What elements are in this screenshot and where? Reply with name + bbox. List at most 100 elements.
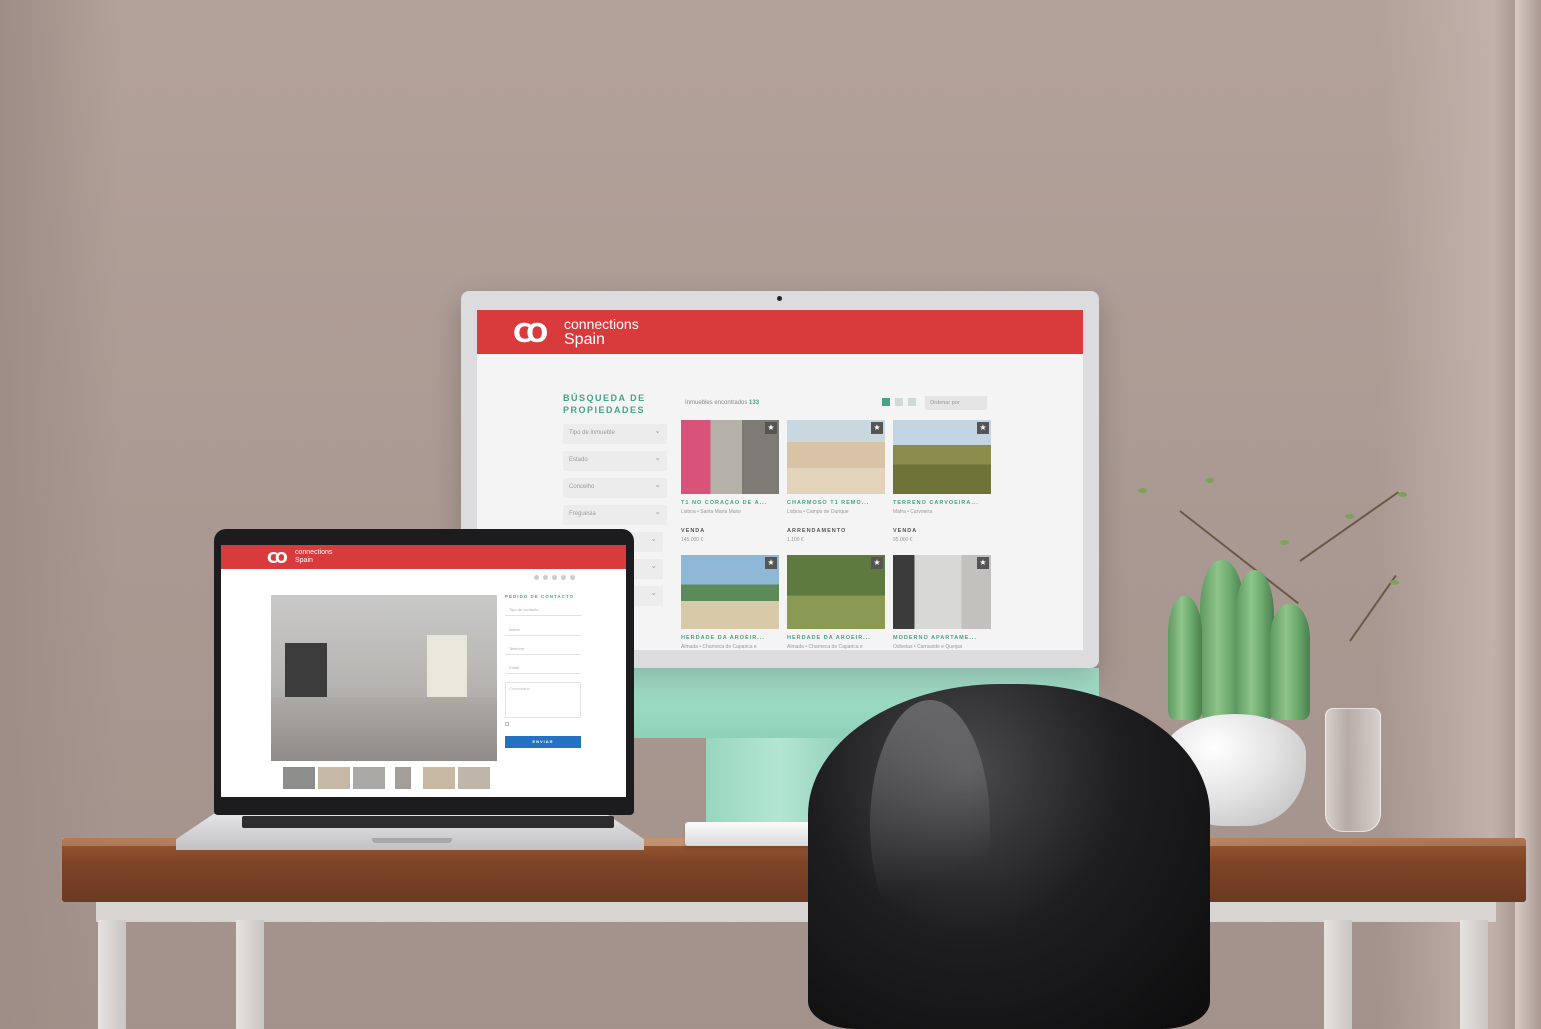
- site-header: CO connections Spain: [221, 545, 626, 569]
- property-title[interactable]: T1 NO CORAÇÃO DE A...: [681, 500, 779, 506]
- property-location: Lisboa • Campo de Ourique: [787, 509, 849, 515]
- chair-highlight: [870, 700, 990, 950]
- property-price: 145.000 €: [681, 537, 704, 543]
- leaf: [1280, 540, 1289, 545]
- desk-leg: [1324, 920, 1352, 1029]
- thumbnail[interactable]: [283, 767, 315, 789]
- property-location: Almada • Charneca de Caparica e: [787, 644, 863, 650]
- property-photo: ★: [787, 555, 885, 629]
- site-header: CO connections Spain: [477, 310, 1083, 354]
- linkedin-icon[interactable]: [561, 575, 566, 580]
- brand-name: connections: [564, 316, 639, 332]
- leaf: [1138, 488, 1147, 493]
- leaf: [1390, 580, 1399, 585]
- thumbnail[interactable]: [353, 767, 385, 789]
- desk-leg: [1460, 920, 1488, 1029]
- sort-select[interactable]: Ordenar por: [925, 396, 987, 410]
- contact-form-title: PEDIDO DE CONTACTO: [505, 594, 575, 599]
- results-count: Inmuebles encontrados 133: [685, 400, 759, 406]
- sidebar-title-line: BÚSQUEDA DE: [563, 393, 646, 403]
- leaf: [1398, 492, 1407, 497]
- glass-vase: [1325, 708, 1381, 832]
- property-deal-type: VENDA: [681, 528, 706, 534]
- sidebar-title: BÚSQUEDA DE PROPIEDADES: [563, 392, 673, 416]
- favorite-star-icon[interactable]: ★: [871, 557, 883, 569]
- brand-logo-mark[interactable]: CO: [267, 549, 288, 567]
- filter-property-type[interactable]: Tipo de inmueble: [563, 424, 667, 444]
- property-photo: ★: [893, 555, 991, 629]
- favorite-star-icon[interactable]: ★: [765, 557, 777, 569]
- thumbnail[interactable]: [395, 767, 411, 789]
- office-chair: [808, 684, 1210, 1029]
- property-photo: ★: [893, 420, 991, 494]
- property-card[interactable]: ★ CHARMOSO T1 REMO... Lisboa • Campo de …: [787, 420, 885, 543]
- property-title[interactable]: MODERNO APARTAME...: [893, 635, 991, 641]
- camera-icon: [777, 296, 782, 301]
- filter-parish[interactable]: Freguesia: [563, 505, 667, 525]
- thumbnail[interactable]: [318, 767, 350, 789]
- filter-status[interactable]: Estado: [563, 451, 667, 471]
- desk-leg: [236, 920, 264, 1029]
- instagram-icon[interactable]: [552, 575, 557, 580]
- brand-region: Spain: [564, 331, 605, 348]
- property-price: 1.100 €: [787, 537, 804, 543]
- consent-checkbox[interactable]: [505, 722, 509, 726]
- property-location: Odivelas • Carnaxide e Queijas: [893, 644, 963, 650]
- window: [427, 635, 467, 697]
- property-card[interactable]: ★ HERDADE DA AROEIR... Almada • Charneca…: [681, 555, 779, 650]
- brand-logo-mark[interactable]: CO: [513, 319, 548, 349]
- favorite-star-icon[interactable]: ★: [765, 422, 777, 434]
- thumbnail[interactable]: [458, 767, 490, 789]
- property-deal-type: VENDA: [893, 528, 918, 534]
- grid-view-icon[interactable]: [882, 398, 890, 406]
- desk-leg: [98, 920, 126, 1029]
- leaf: [1205, 478, 1214, 483]
- cactus-stem: [1168, 596, 1202, 720]
- favorite-star-icon[interactable]: ★: [871, 422, 883, 434]
- favorite-star-icon[interactable]: ★: [977, 422, 989, 434]
- send-button[interactable]: ENVIAR: [505, 736, 581, 748]
- results-number: 133: [749, 400, 760, 406]
- filter-municipality[interactable]: Concelho: [563, 478, 667, 498]
- message-textarea[interactable]: Comentário: [505, 682, 581, 718]
- sidebar-title-line: PROPIEDADES: [563, 405, 646, 415]
- property-price: 95.000 €: [893, 537, 913, 543]
- brand-name: connections: [295, 549, 333, 556]
- property-deal-type: ARRENDAMENTO: [787, 528, 847, 534]
- property-card[interactable]: ★ HERDADE DA AROEIR... Almada • Charneca…: [787, 555, 885, 650]
- property-location: Almada • Charneca de Caparica e: [681, 644, 757, 650]
- property-location: Lisboa • Santa Maria Maior: [681, 509, 742, 515]
- favorite-star-icon[interactable]: ★: [977, 557, 989, 569]
- thumbnail[interactable]: [423, 767, 455, 789]
- property-title[interactable]: HERDADE DA AROEIR...: [681, 635, 779, 641]
- property-location: Mafra • Carvoeira: [893, 509, 932, 515]
- contact-type-select[interactable]: Tipo de contacto: [505, 604, 581, 616]
- property-photo: ★: [681, 555, 779, 629]
- laptop-screen: CO connections Spain PEDIDO DE CONTACTO …: [221, 545, 626, 797]
- laptop-hinge: [242, 816, 614, 828]
- phone-field[interactable]: Telefone: [505, 643, 581, 655]
- property-card[interactable]: ★ T1 NO CORAÇÃO DE A... Lisboa • Santa M…: [681, 420, 779, 543]
- cactus-stem: [1270, 604, 1310, 720]
- list-view-icon[interactable]: [895, 398, 903, 406]
- brand-region: Spain: [295, 557, 313, 564]
- share-icon[interactable]: [570, 575, 575, 580]
- floor: [271, 697, 497, 761]
- property-title[interactable]: CHARMOSO T1 REMO...: [787, 500, 885, 506]
- desk-frame: [96, 900, 1496, 922]
- property-card[interactable]: ★ MODERNO APARTAME... Odivelas • Carnaxi…: [893, 555, 991, 650]
- property-card[interactable]: ★ TERRENO CARVOEIRA... Mafra • Carvoeira…: [893, 420, 991, 543]
- property-main-photo[interactable]: [271, 595, 497, 761]
- results-label: Inmuebles encontrados: [685, 400, 748, 406]
- facebook-icon[interactable]: [534, 575, 539, 580]
- email-field[interactable]: Email: [505, 662, 581, 674]
- property-photo: ★: [787, 420, 885, 494]
- leaf: [1345, 514, 1354, 519]
- property-title[interactable]: HERDADE DA AROEIR...: [787, 635, 885, 641]
- cactus-stem: [1236, 570, 1274, 720]
- twitter-icon[interactable]: [543, 575, 548, 580]
- map-view-icon[interactable]: [908, 398, 916, 406]
- laptop-notch: [372, 838, 452, 843]
- property-title[interactable]: TERRENO CARVOEIRA...: [893, 500, 991, 506]
- name-field[interactable]: Nome: [505, 624, 581, 636]
